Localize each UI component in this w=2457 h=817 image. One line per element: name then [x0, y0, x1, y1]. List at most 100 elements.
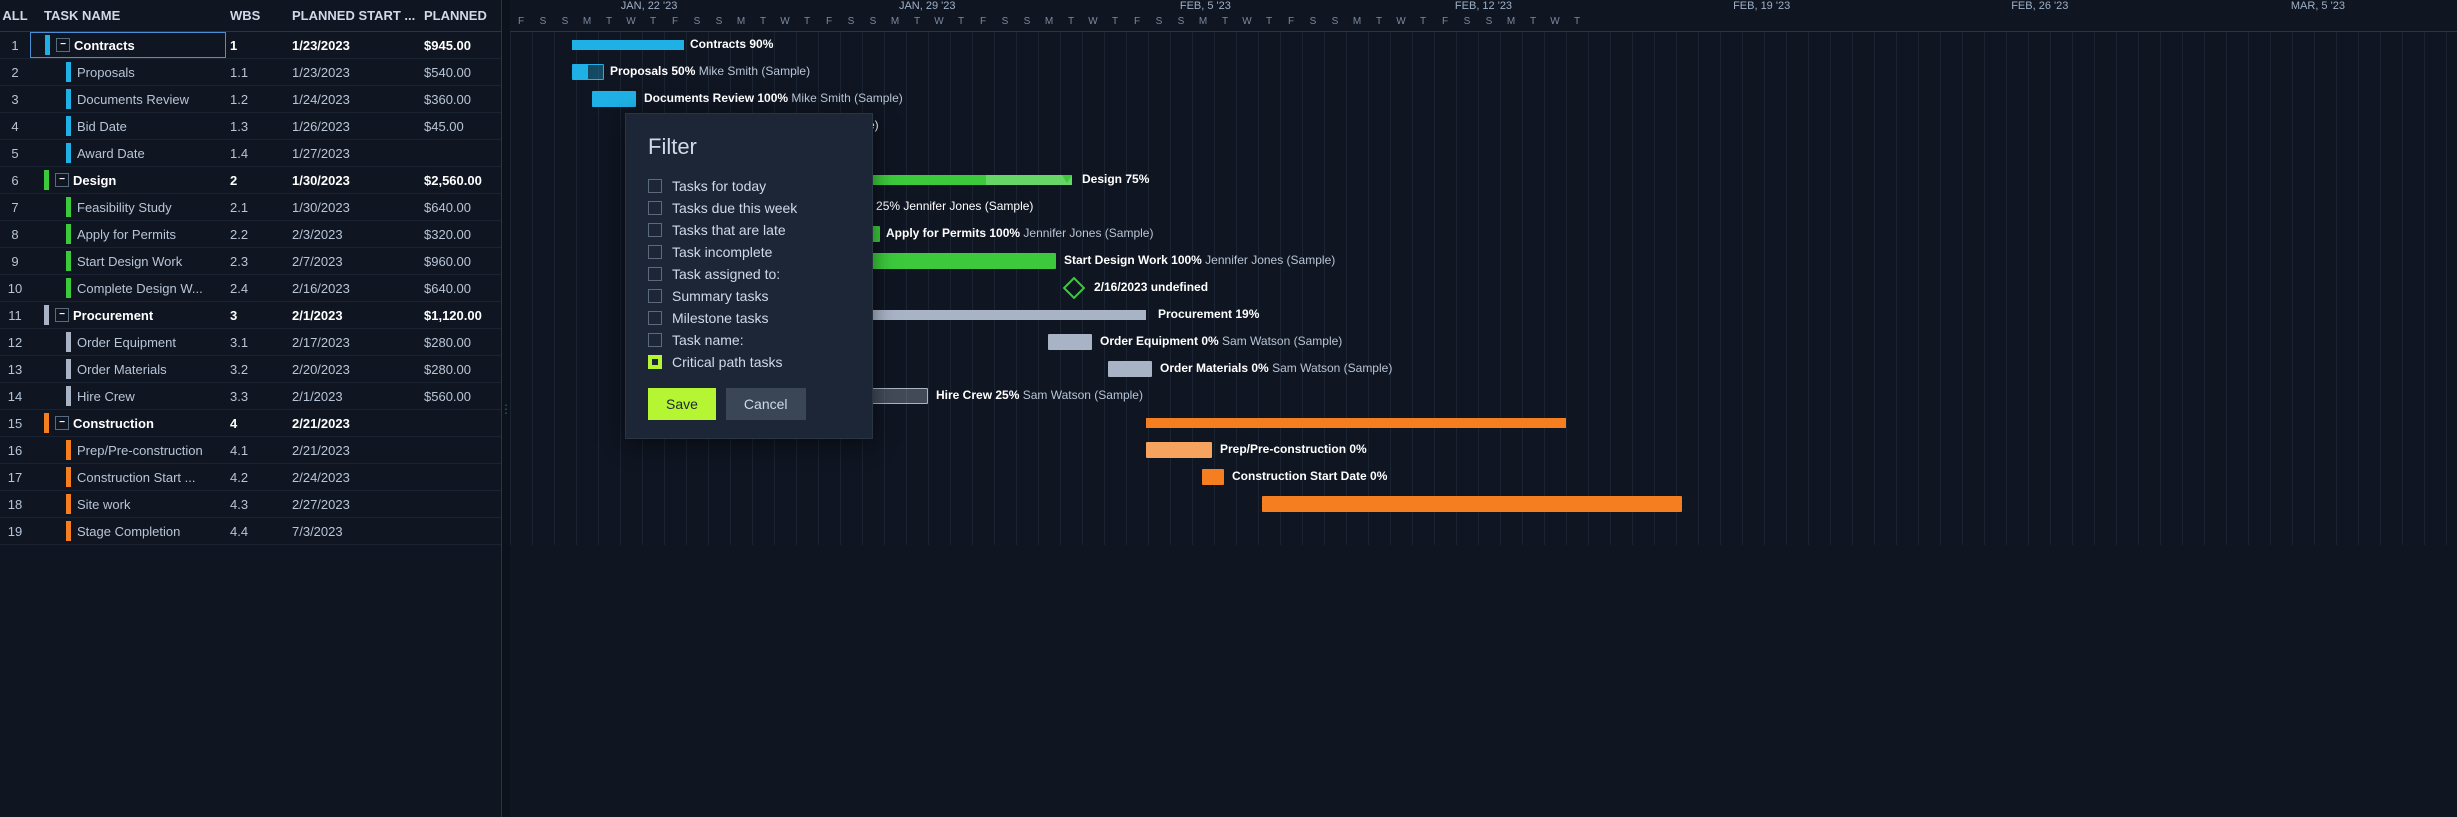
cell-task-name[interactable]: Bid Date	[30, 113, 226, 139]
filter-option[interactable]: Tasks that are late	[648, 222, 850, 238]
cell-start-date[interactable]: 1/27/2023	[288, 146, 420, 161]
checkbox[interactable]	[648, 267, 662, 281]
checkbox[interactable]	[648, 201, 662, 215]
cell-wbs[interactable]: 4	[226, 416, 288, 431]
cell-cost[interactable]: $45.00	[420, 119, 490, 134]
task-bar[interactable]	[1048, 334, 1092, 350]
cell-wbs[interactable]: 3.1	[226, 335, 288, 350]
checkbox[interactable]	[648, 223, 662, 237]
cell-task-name[interactable]: −Construction	[30, 410, 226, 436]
summary-bar[interactable]	[572, 40, 684, 50]
table-row[interactable]: 17Construction Start ...4.22/24/2023	[0, 464, 501, 491]
cell-wbs[interactable]: 2.2	[226, 227, 288, 242]
cell-wbs[interactable]: 2	[226, 173, 288, 188]
cell-start-date[interactable]: 2/21/2023	[288, 416, 420, 431]
cell-task-name[interactable]: Hire Crew	[30, 383, 226, 409]
cell-start-date[interactable]: 2/17/2023	[288, 335, 420, 350]
table-row[interactable]: 11−Procurement32/1/2023$1,120.00	[0, 302, 501, 329]
cell-start-date[interactable]: 1/24/2023	[288, 92, 420, 107]
cell-wbs[interactable]: 3	[226, 308, 288, 323]
collapse-icon[interactable]: −	[55, 416, 69, 430]
cell-start-date[interactable]: 2/27/2023	[288, 497, 420, 512]
table-row[interactable]: 2Proposals1.11/23/2023$540.00	[0, 59, 501, 86]
cell-wbs[interactable]: 1.2	[226, 92, 288, 107]
cell-wbs[interactable]: 3.3	[226, 389, 288, 404]
cell-start-date[interactable]: 2/20/2023	[288, 362, 420, 377]
table-row[interactable]: 9Start Design Work2.32/7/2023$960.00	[0, 248, 501, 275]
cell-start-date[interactable]: 2/1/2023	[288, 308, 420, 323]
cell-cost[interactable]: $640.00	[420, 281, 490, 296]
collapse-icon[interactable]: −	[56, 38, 70, 52]
cell-start-date[interactable]: 1/30/2023	[288, 173, 420, 188]
cell-task-name[interactable]: Site work	[30, 491, 226, 517]
checkbox[interactable]	[648, 179, 662, 193]
cell-wbs[interactable]: 2.4	[226, 281, 288, 296]
filter-option[interactable]: Tasks for today	[648, 178, 850, 194]
table-row[interactable]: 5Award Date1.41/27/2023	[0, 140, 501, 167]
cell-start-date[interactable]: 1/23/2023	[288, 38, 420, 53]
cell-task-name[interactable]: Construction Start ...	[30, 464, 226, 490]
table-row[interactable]: 18Site work4.32/27/2023	[0, 491, 501, 518]
task-bar[interactable]	[1146, 442, 1212, 458]
cell-task-name[interactable]: Order Equipment	[30, 329, 226, 355]
checkbox[interactable]	[648, 289, 662, 303]
cell-task-name[interactable]: Proposals	[30, 59, 226, 85]
collapse-icon[interactable]: −	[55, 173, 69, 187]
filter-option[interactable]: Task assigned to:	[648, 266, 850, 282]
header-task-name[interactable]: TASK NAME	[30, 8, 226, 23]
cell-start-date[interactable]: 1/26/2023	[288, 119, 420, 134]
cell-wbs[interactable]: 2.3	[226, 254, 288, 269]
task-bar[interactable]	[1202, 469, 1224, 485]
collapse-icon[interactable]: −	[55, 308, 69, 322]
filter-option[interactable]: Summary tasks	[648, 288, 850, 304]
checkbox[interactable]	[648, 245, 662, 259]
cell-task-name[interactable]: Prep/Pre-construction	[30, 437, 226, 463]
cell-cost[interactable]: $960.00	[420, 254, 490, 269]
filter-option[interactable]: Task incomplete	[648, 244, 850, 260]
cell-cost[interactable]: $1,120.00	[420, 308, 490, 323]
table-row[interactable]: 1−Contracts11/23/2023$945.00	[0, 32, 501, 59]
table-row[interactable]: 4Bid Date1.31/26/2023$45.00	[0, 113, 501, 140]
table-row[interactable]: 13Order Materials3.22/20/2023$280.00	[0, 356, 501, 383]
table-row[interactable]: 8Apply for Permits2.22/3/2023$320.00	[0, 221, 501, 248]
cell-cost[interactable]: $320.00	[420, 227, 490, 242]
table-row[interactable]: 14Hire Crew3.32/1/2023$560.00	[0, 383, 501, 410]
cell-task-name[interactable]: Stage Completion	[30, 518, 226, 544]
table-row[interactable]: 12Order Equipment3.12/17/2023$280.00	[0, 329, 501, 356]
checkbox[interactable]	[648, 311, 662, 325]
cell-start-date[interactable]: 2/1/2023	[288, 389, 420, 404]
cell-task-name[interactable]: Feasibility Study	[30, 194, 226, 220]
filter-option[interactable]: Critical path tasks	[648, 354, 850, 370]
cell-cost[interactable]: $560.00	[420, 389, 490, 404]
table-row[interactable]: 3Documents Review1.21/24/2023$360.00	[0, 86, 501, 113]
task-bar[interactable]	[1108, 361, 1152, 377]
cell-start-date[interactable]: 2/21/2023	[288, 443, 420, 458]
cell-cost[interactable]: $2,560.00	[420, 173, 490, 188]
cell-cost[interactable]: $280.00	[420, 335, 490, 350]
cell-task-name[interactable]: −Contracts	[30, 32, 226, 58]
cell-start-date[interactable]: 1/23/2023	[288, 65, 420, 80]
summary-bar[interactable]	[1146, 418, 1566, 428]
table-row[interactable]: 7Feasibility Study2.11/30/2023$640.00	[0, 194, 501, 221]
table-row[interactable]: 10Complete Design W...2.42/16/2023$640.0…	[0, 275, 501, 302]
task-bar[interactable]	[1262, 496, 1682, 512]
cell-cost[interactable]: $280.00	[420, 362, 490, 377]
header-all[interactable]: ALL	[0, 8, 30, 23]
cell-task-name[interactable]: Start Design Work	[30, 248, 226, 274]
cell-wbs[interactable]: 4.3	[226, 497, 288, 512]
cell-start-date[interactable]: 1/30/2023	[288, 200, 420, 215]
cell-wbs[interactable]: 3.2	[226, 362, 288, 377]
cell-task-name[interactable]: Complete Design W...	[30, 275, 226, 301]
cell-wbs[interactable]: 4.2	[226, 470, 288, 485]
cell-task-name[interactable]: Award Date	[30, 140, 226, 166]
filter-option[interactable]: Tasks due this week	[648, 200, 850, 216]
cell-task-name[interactable]: −Design	[30, 167, 226, 193]
header-planned[interactable]: PLANNED	[420, 8, 490, 23]
checkbox[interactable]	[648, 355, 662, 369]
task-bar[interactable]	[572, 64, 604, 80]
cell-task-name[interactable]: −Procurement	[30, 302, 226, 328]
cell-wbs[interactable]: 2.1	[226, 200, 288, 215]
cell-wbs[interactable]: 4.4	[226, 524, 288, 539]
cell-cost[interactable]: $540.00	[420, 65, 490, 80]
cell-wbs[interactable]: 4.1	[226, 443, 288, 458]
